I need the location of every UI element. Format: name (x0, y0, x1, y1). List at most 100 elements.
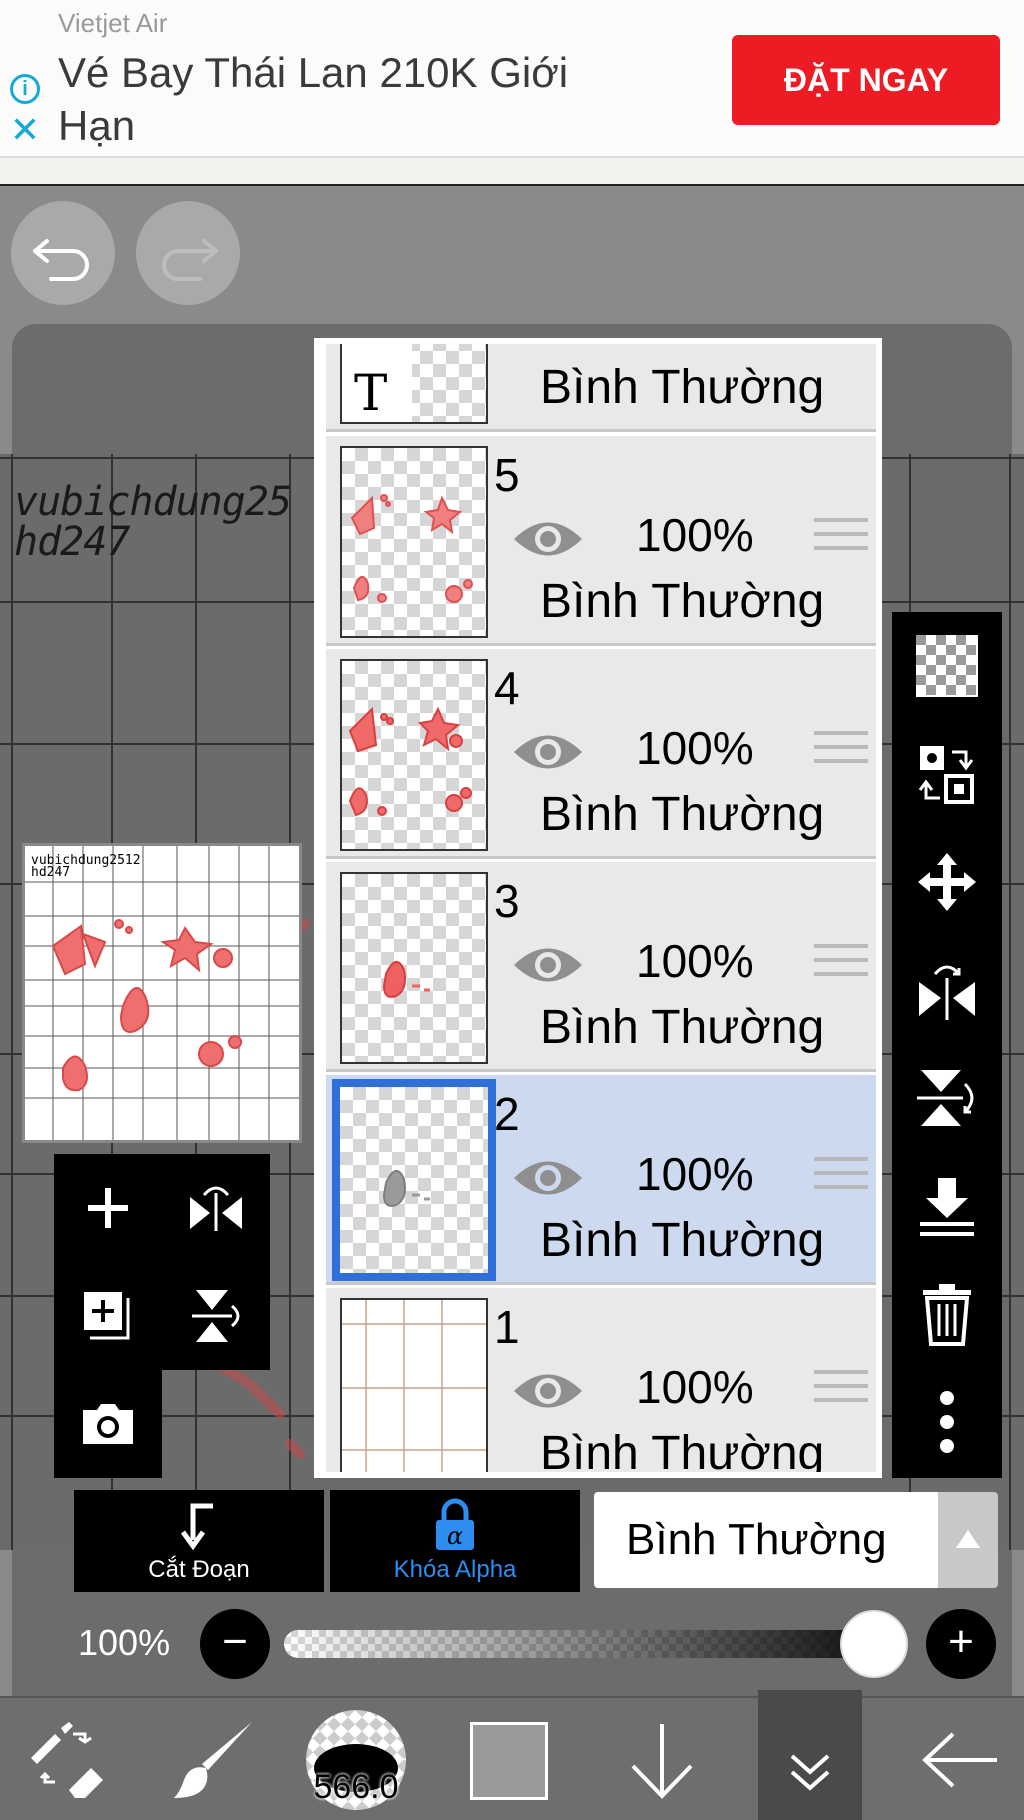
layer-opacity: 100% (636, 935, 754, 987)
layer-opacity: 100% (636, 344, 754, 348)
ad-title[interactable]: Vé Bay Thái Lan 210K Giới Hạn (58, 46, 618, 152)
layer-blend-mode: Bình Thường (540, 788, 825, 841)
layer-opacity: 100% (636, 1361, 754, 1413)
move-down-button[interactable] (612, 1698, 712, 1820)
camera-icon (83, 1404, 133, 1444)
visibility-eye-icon[interactable] (512, 1364, 584, 1418)
layer-thumbnail-selected (332, 1079, 496, 1281)
ad-close-icon[interactable]: ✕ (9, 112, 41, 148)
layer-thumbnail (340, 659, 488, 851)
undo-icon (33, 239, 89, 281)
layer-opacity: 100% (636, 722, 754, 774)
blend-mode-select[interactable]: Bình Thường (594, 1492, 938, 1588)
layer-row-1[interactable]: 1 100% Bình Thường (326, 1288, 876, 1478)
transparency-button[interactable] (892, 612, 1002, 720)
flip-horizontal-icon (190, 1186, 242, 1231)
drag-handle-icon[interactable] (814, 944, 868, 988)
svg-text:α: α (447, 1522, 463, 1550)
bottom-toolbar: 566.0 (0, 1690, 1024, 1820)
drag-handle-icon[interactable] (814, 518, 868, 562)
brush-size-value: 566.0 (313, 1768, 399, 1806)
alpha-lock-label: Khóa Alpha (393, 1556, 517, 1583)
layer-row-5[interactable]: 5 100% Bình Thường (326, 436, 876, 646)
watermark-line2: hd247 (14, 519, 130, 565)
more-options-button[interactable] (892, 1368, 1002, 1476)
duplicate-layer-button[interactable] (54, 1262, 162, 1370)
opacity-slider-thumb[interactable] (840, 1610, 908, 1678)
camera-button[interactable] (54, 1370, 162, 1478)
drag-handle-icon[interactable] (814, 1157, 868, 1201)
layer-row-2-selected[interactable]: 2 100% Bình Thường (326, 1075, 876, 1285)
ad-cta-button[interactable]: ĐẶT NGAY (732, 35, 1000, 125)
blend-mode-arrow-icon[interactable] (938, 1492, 998, 1588)
swap-layers-button[interactable] (892, 720, 1002, 828)
layer-thumbnail (340, 872, 488, 1064)
layer-opacity: 100% (636, 1148, 754, 1200)
merge-down-button[interactable] (892, 1152, 1002, 1260)
clip-arrow-icon (180, 1503, 213, 1551)
layer-number: 5 (494, 449, 520, 501)
visibility-eye-icon[interactable] (512, 725, 584, 779)
flip-vertical-icon (917, 1070, 974, 1126)
canvas-watermark: vubichdung25 hd247 (14, 482, 292, 565)
layer-blend-mode: Bình Thường (540, 1214, 825, 1267)
layer-panel[interactable]: T 100% Bình Thường 5 (314, 338, 882, 1478)
opacity-increase-button[interactable]: + (926, 1609, 996, 1679)
opacity-value: 100% (78, 1622, 171, 1663)
layer-thumbnail: T (340, 344, 488, 424)
visibility-eye-icon[interactable] (512, 512, 584, 566)
drag-handle-icon[interactable] (814, 731, 868, 775)
color-swatch[interactable] (470, 1722, 548, 1800)
visibility-eye-icon[interactable] (512, 938, 584, 992)
opacity-decrease-button[interactable]: − (200, 1609, 270, 1679)
arrow-down-icon (631, 1724, 693, 1799)
layer-mini-toolbar (54, 1154, 270, 1370)
layer-number: 4 (494, 662, 520, 714)
delete-layer-button[interactable] (892, 1260, 1002, 1368)
clipping-button[interactable]: Cắt Đoạn (74, 1490, 324, 1592)
flip-horizontal-icon (919, 965, 975, 1020)
layer-row-3[interactable]: 3 100% Bình Thường (326, 862, 876, 1072)
visibility-eye-icon[interactable] (512, 1151, 584, 1205)
checkerboard-icon (916, 635, 978, 697)
camera-toolbar (54, 1370, 162, 1478)
brush-icon (174, 1722, 252, 1798)
drag-handle-icon[interactable] (814, 344, 868, 348)
ad-divider (0, 158, 1024, 186)
canvas-preview-thumbnail[interactable]: vubichdung2512 hd247 (22, 843, 302, 1143)
redo-button[interactable] (136, 201, 240, 305)
layer-right-toolbar (892, 612, 1002, 1478)
alpha-lock-button[interactable]: α Khóa Alpha (330, 1490, 580, 1592)
layer-number: 2 (494, 1088, 520, 1140)
layer-blend-mode: Bình Thường (540, 575, 825, 628)
trash-icon (923, 1284, 971, 1346)
layer-thumbnail (340, 446, 488, 638)
visibility-eye-icon[interactable] (512, 344, 584, 352)
text-layer-icon: T (354, 364, 388, 422)
flip-vertical-button[interactable] (162, 1262, 270, 1370)
back-button[interactable] (906, 1698, 1016, 1820)
flip-horizontal-button[interactable] (162, 1154, 270, 1262)
flip-vertical-layer-button[interactable] (892, 1044, 1002, 1152)
ad-info-icon[interactable]: i (10, 74, 40, 104)
clipping-label: Cắt Đoạn (148, 1556, 250, 1583)
layer-row-4[interactable]: 4 100% Bình Thường (326, 649, 876, 859)
layer-panel-toggle[interactable] (758, 1690, 862, 1820)
layer-row-text[interactable]: T 100% Bình Thường (326, 344, 876, 432)
layer-blend-mode: Bình Thường (540, 1427, 825, 1478)
layer-opacity: 100% (636, 509, 754, 561)
merge-down-icon (920, 1178, 974, 1236)
layer-blend-mode: Bình Thường (540, 1001, 825, 1054)
move-button[interactable] (892, 828, 1002, 936)
layer-blend-mode: Bình Thường (540, 361, 825, 414)
more-vertical-icon (940, 1391, 954, 1453)
opacity-slider-track[interactable] (284, 1630, 884, 1658)
undo-button[interactable] (11, 201, 115, 305)
tool-switch-button[interactable] (18, 1698, 118, 1820)
add-layer-button[interactable] (54, 1154, 162, 1262)
brush-tool-button[interactable] (164, 1698, 264, 1820)
preview-image: vubichdung2512 hd247 (25, 846, 299, 1140)
ad-banner[interactable]: Vietjet Air Vé Bay Thái Lan 210K Giới Hạ… (0, 0, 1024, 158)
flip-horizontal-layer-button[interactable] (892, 936, 1002, 1044)
drag-handle-icon[interactable] (814, 1370, 868, 1414)
